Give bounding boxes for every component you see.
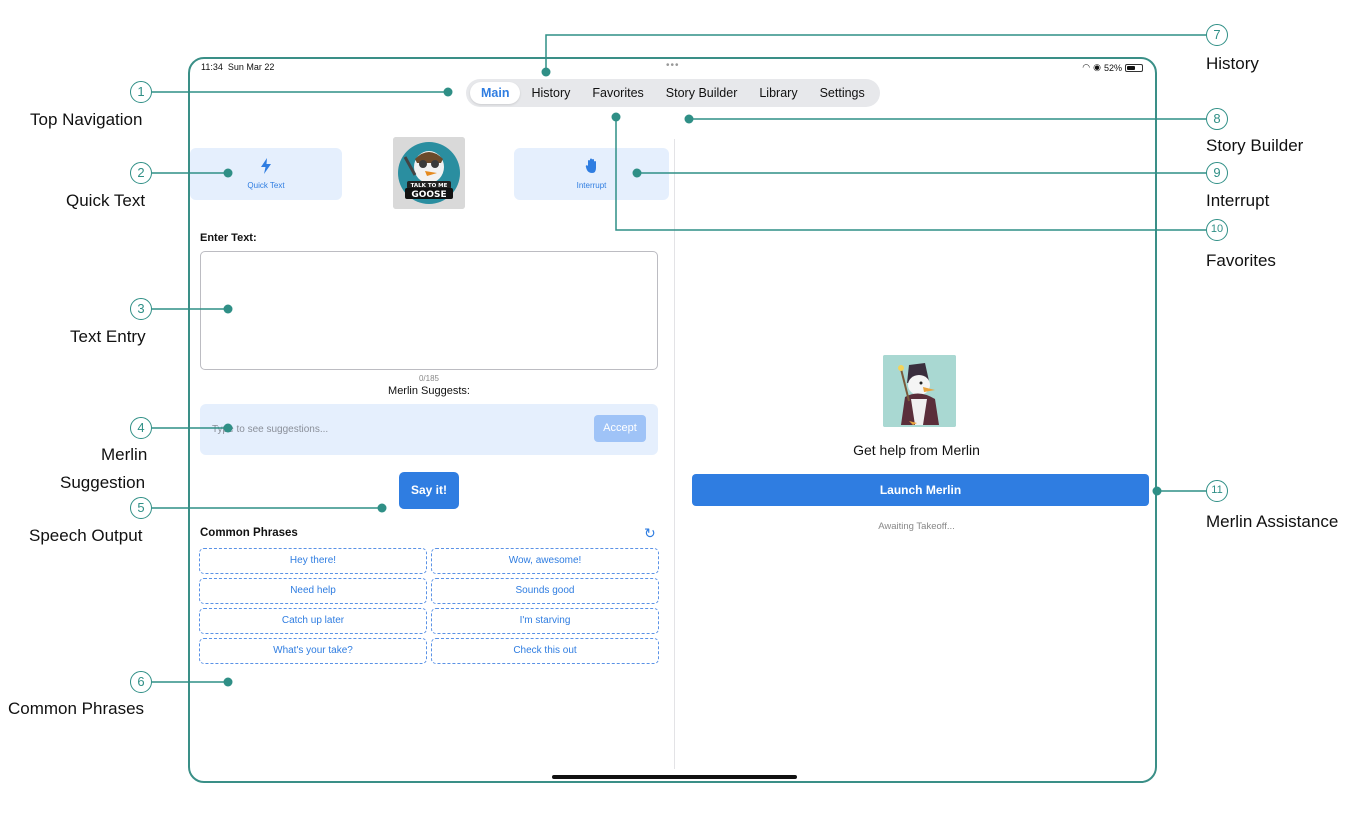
phrase-button[interactable]: Sounds good [431, 578, 659, 604]
callout-number-6: 6 [130, 671, 152, 693]
logo-top-text: TALK TO ME [411, 183, 448, 189]
accept-button[interactable]: Accept [594, 415, 646, 442]
merlin-wizard-image [883, 355, 956, 427]
common-phrases-title: Common Phrases [200, 527, 298, 539]
phrase-button[interactable]: Check this out [431, 638, 659, 664]
phrase-button[interactable]: I'm starving [431, 608, 659, 634]
talk-to-me-goose-logo: TALK TO ME GOOSE [393, 137, 465, 209]
merlin-status-text: Awaiting Takeoff... [878, 521, 955, 532]
status-date: Sun Mar 22 [227, 62, 275, 72]
callout-label-merlin-assistance: Merlin Assistance [1206, 512, 1339, 531]
tab-history[interactable]: History [520, 82, 581, 104]
callout-label-top-navigation: Top Navigation [30, 110, 143, 129]
lightning-icon [260, 158, 272, 178]
multitasking-dots-icon[interactable]: ••• [666, 60, 680, 71]
suggestion-placeholder: Type to see suggestions... [212, 424, 329, 435]
phrase-button[interactable]: Need help [199, 578, 427, 604]
merlin-suggests-label: Merlin Suggests: [388, 385, 470, 397]
callout-number-3: 3 [130, 298, 152, 320]
status-right: ◠ ◉ 52% [1082, 62, 1143, 73]
say-it-button[interactable]: Say it! [399, 472, 459, 509]
hand-raised-icon [585, 158, 599, 178]
callout-number-10: 10 [1206, 219, 1228, 241]
callout-label-merlin: Merlin [101, 445, 148, 464]
text-entry-field[interactable] [200, 251, 658, 370]
home-indicator[interactable] [552, 775, 797, 779]
callout-label-text-entry: Text Entry [70, 327, 146, 346]
callout-number-7: 7 [1206, 24, 1228, 46]
callout-number-8: 8 [1206, 108, 1228, 130]
callout-label-common-phrases: Common Phrases [8, 699, 145, 718]
merlin-help-text: Get help from Merlin [853, 442, 980, 458]
phrase-button[interactable]: Hey there! [199, 548, 427, 574]
status-time: 11:34 Sun Mar 22 [201, 62, 275, 72]
callout-label-story-builder: Story Builder [1206, 136, 1304, 155]
enter-text-label: Enter Text: [200, 232, 257, 244]
battery-percent: 52% [1103, 62, 1122, 73]
status-bar: 11:34 Sun Mar 22 ••• ◠ ◉ 52% [190, 59, 1155, 75]
callout-label-interrupt: Interrupt [1206, 191, 1270, 210]
callout-label-quick-text: Quick Text [66, 191, 146, 210]
tab-library[interactable]: Library [748, 82, 808, 104]
location-icon: ◉ [1093, 62, 1101, 72]
common-phrases-grid: Hey there! Wow, awesome! Need help Sound… [199, 548, 659, 664]
wifi-icon: ◠ [1082, 62, 1091, 72]
phrase-button[interactable]: Catch up later [199, 608, 427, 634]
callout-number-1: 1 [130, 81, 152, 103]
phrase-button[interactable]: Wow, awesome! [431, 548, 659, 574]
merlin-suggestion-box: Type to see suggestions... Accept [200, 404, 658, 455]
callout-label-favorites: Favorites [1206, 251, 1276, 270]
interrupt-label: Interrupt [576, 181, 607, 190]
tab-story-builder[interactable]: Story Builder [655, 82, 749, 104]
ipad-screen: 11:34 Sun Mar 22 ••• ◠ ◉ 52% Main Histor… [188, 57, 1157, 783]
top-navigation: Main History Favorites Story Builder Lib… [466, 79, 880, 107]
callout-number-2: 2 [130, 162, 152, 184]
interrupt-button[interactable]: Interrupt [514, 148, 669, 200]
tab-settings[interactable]: Settings [809, 82, 876, 104]
callout-label-suggestion: Suggestion [60, 473, 146, 492]
phrase-button[interactable]: What's your take? [199, 638, 427, 664]
launch-merlin-button[interactable]: Launch Merlin [692, 474, 1149, 506]
logo-bottom-text: GOOSE [411, 190, 446, 200]
battery-icon [1125, 63, 1143, 72]
callout-label-speech-output: Speech Output [29, 526, 143, 545]
quick-text-button[interactable]: Quick Text [190, 148, 342, 200]
callout-number-9: 9 [1206, 162, 1228, 184]
refresh-icon[interactable]: ↻ [644, 525, 656, 542]
tab-favorites[interactable]: Favorites [581, 82, 654, 104]
callout-number-5: 5 [130, 497, 152, 519]
character-counter: 0/185 [418, 374, 440, 383]
callout-number-4: 4 [130, 417, 152, 439]
quick-text-label: Quick Text [247, 181, 285, 190]
callout-label-history: History [1206, 54, 1259, 73]
callout-number-11: 11 [1206, 480, 1228, 502]
tab-main[interactable]: Main [470, 82, 521, 104]
